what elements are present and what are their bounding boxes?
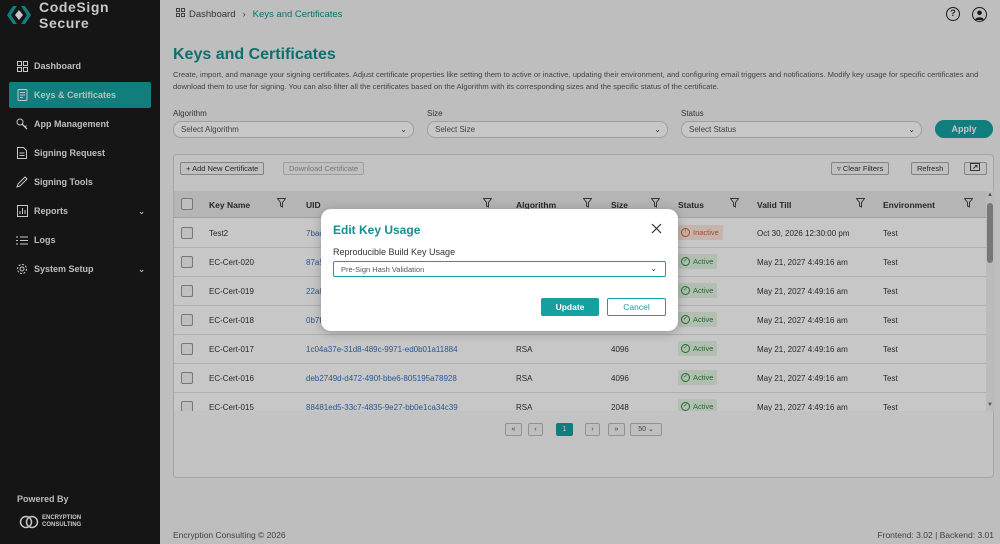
edit-key-usage-modal: Edit Key Usage Reproducible Build Key Us…: [321, 209, 678, 331]
cancel-button[interactable]: Cancel: [607, 298, 666, 316]
update-button[interactable]: Update: [541, 298, 599, 316]
modal-title: Edit Key Usage: [333, 223, 421, 237]
key-usage-select[interactable]: Pre-Sign Hash Validation ⌄: [333, 261, 666, 277]
key-usage-value: Pre-Sign Hash Validation: [341, 265, 425, 274]
chevron-down-icon: ⌄: [650, 264, 657, 273]
key-usage-label: Reproducible Build Key Usage: [333, 247, 456, 257]
close-icon[interactable]: [651, 223, 663, 235]
